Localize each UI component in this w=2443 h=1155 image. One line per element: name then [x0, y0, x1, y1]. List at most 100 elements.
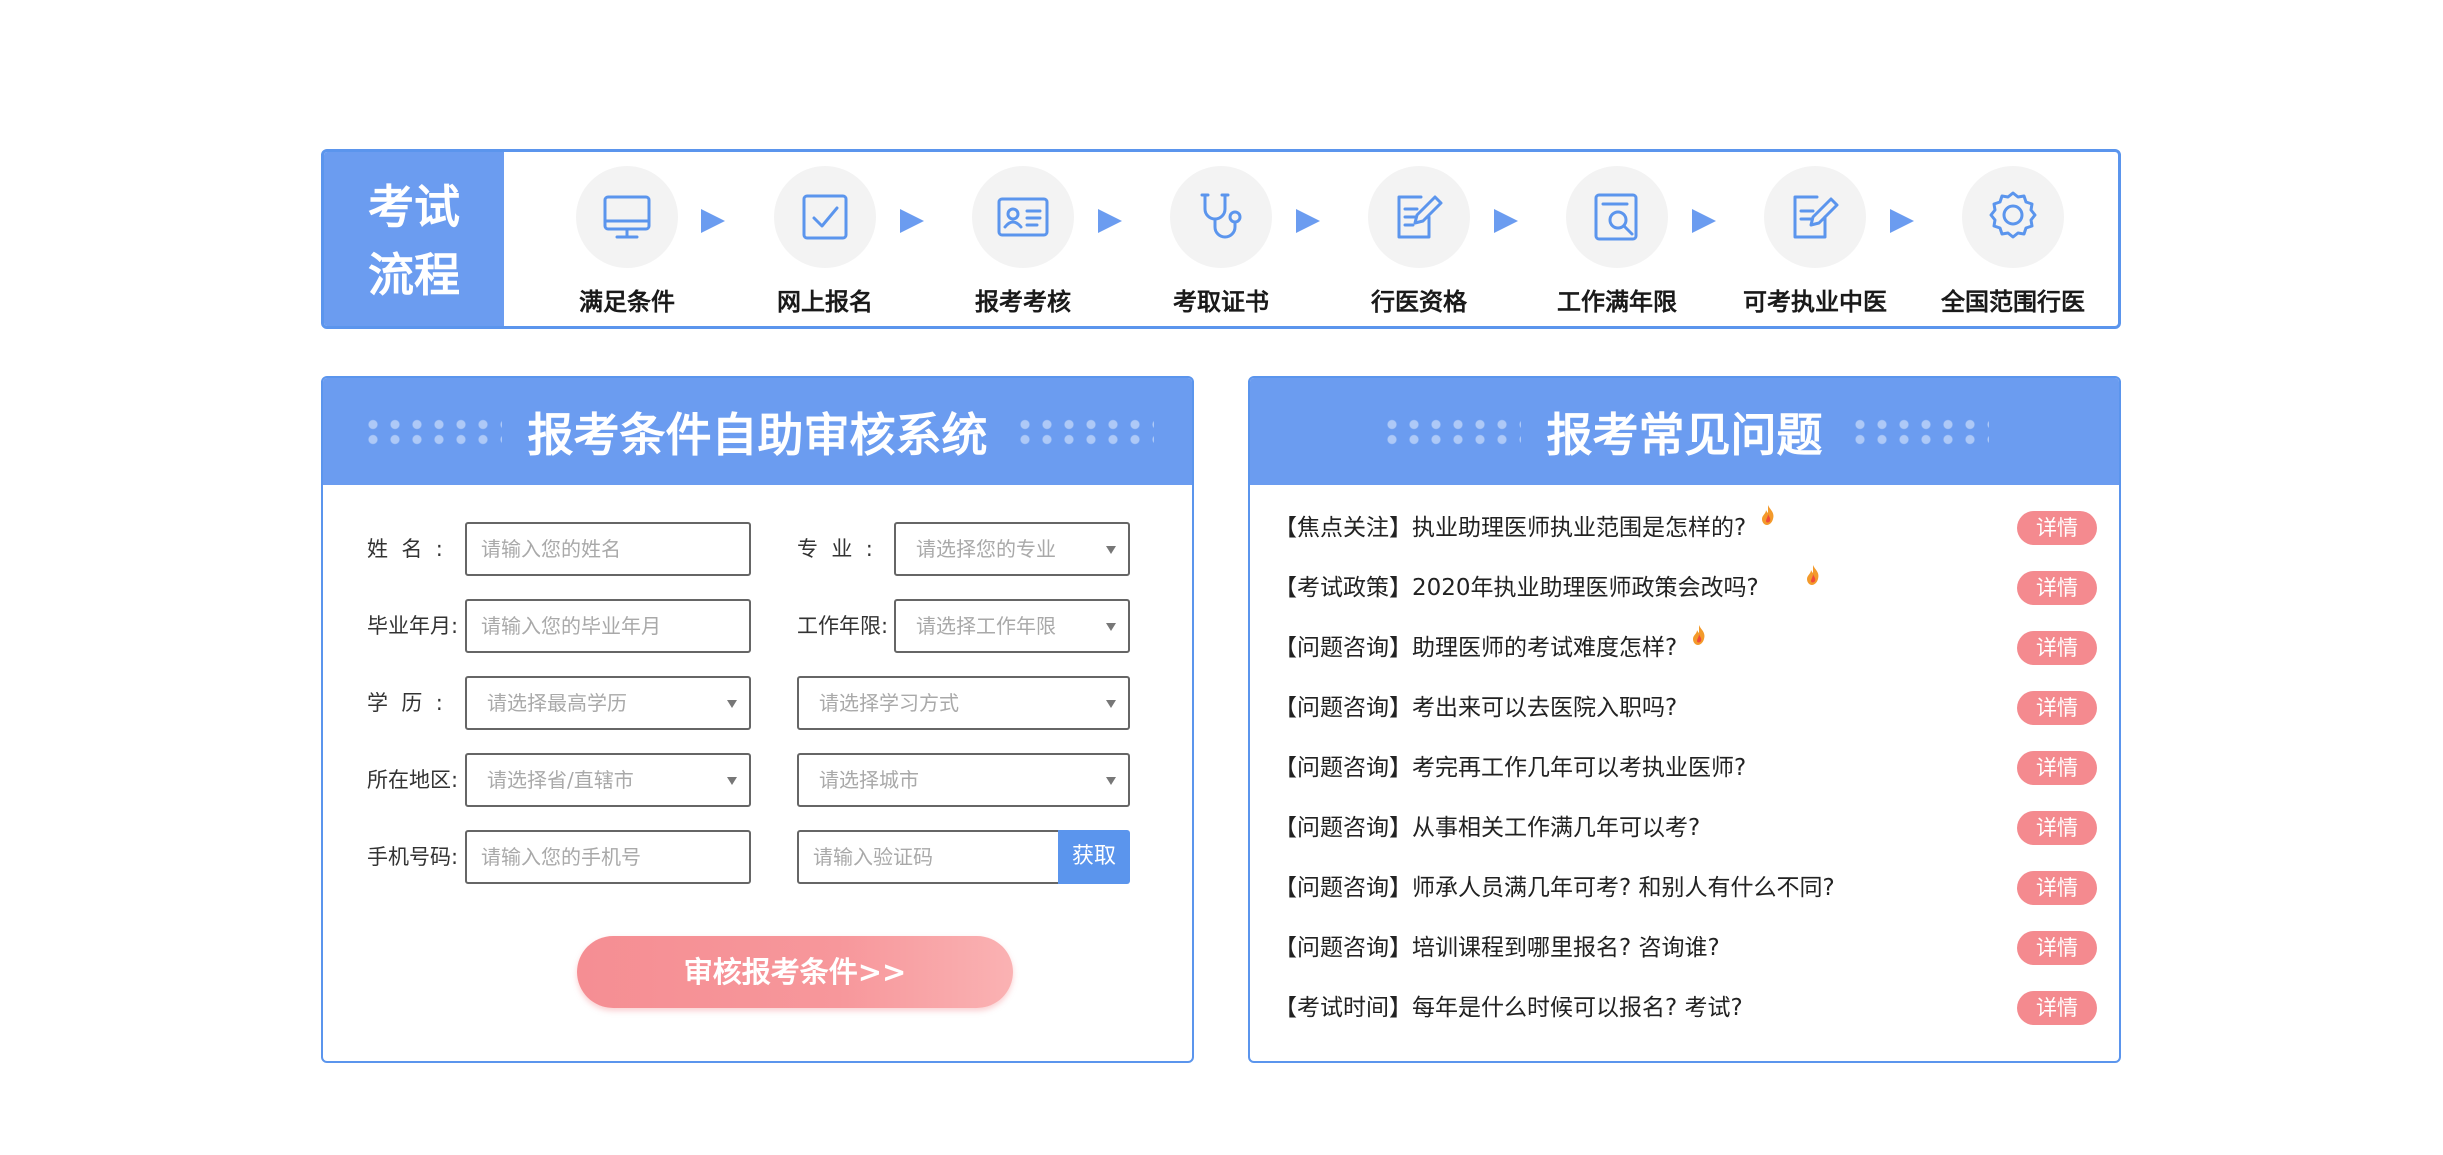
detail-button[interactable]: 详情	[2017, 691, 2097, 725]
search-document-icon	[1566, 166, 1668, 268]
step-label: 可考执业中医	[1743, 288, 1887, 316]
work-years-label: 工作年限:	[797, 614, 889, 638]
study-mode-select[interactable]: 请选择学习方式	[797, 676, 1130, 730]
chevron-down-icon	[1106, 623, 1116, 631]
arrow-icon	[701, 209, 725, 233]
eligibility-check-panel: 报考条件自助审核系统 姓 名 : 专 业 : 请选择您的专业 毕业年月: 工作年…	[321, 376, 1194, 1063]
faq-item-text: 【考试政策】2020年执业助理医师政策会改吗?	[1274, 565, 1821, 608]
phone-label: 手机号码:	[367, 845, 459, 869]
education-select-placeholder: 请选择最高学历	[487, 691, 627, 715]
monitor-icon	[576, 166, 678, 268]
detail-button[interactable]: 详情	[2017, 511, 2097, 545]
arrow-icon	[900, 209, 924, 233]
faq-item[interactable]: 【问题咨询】助理医师的考试难度怎样? 详情	[1250, 625, 2119, 668]
arrow-icon	[1296, 209, 1320, 233]
step-label: 全国范围行医	[1941, 288, 2085, 316]
stethoscope-icon	[1170, 166, 1272, 268]
faq-item-text: 【问题咨询】考出来可以去医院入职吗?	[1274, 695, 1678, 721]
name-label: 姓 名 :	[367, 537, 443, 561]
step-meet-conditions: 满足条件	[542, 166, 712, 316]
faq-item[interactable]: 【问题咨询】师承人员满几年可考? 和别人有什么不同? 详情	[1250, 868, 2119, 908]
faq-item-text: 【问题咨询】培训课程到哪里报名? 咨询谁?	[1274, 935, 1720, 961]
detail-button[interactable]: 详情	[2017, 871, 2097, 905]
step-tcm-practitioner: 可考执业中医	[1730, 166, 1900, 316]
grad-date-input[interactable]	[465, 599, 751, 653]
step-label: 工作满年限	[1557, 288, 1677, 316]
panel-header: 报考常见问题	[1250, 378, 2119, 485]
exam-process-bar: 考试 流程 满足条件 网上报名 报考考核 考取证书 行医资格 工作满年限 可考执…	[321, 149, 2121, 329]
hot-flame-icon	[1806, 565, 1819, 585]
verification-code-input[interactable]	[797, 830, 1060, 884]
faq-item[interactable]: 【考试时间】每年是什么时候可以报名? 考试? 详情	[1250, 988, 2119, 1028]
chevron-down-icon	[1106, 546, 1116, 554]
check-eligibility-button[interactable]: 审核报考条件>>	[577, 936, 1013, 1008]
education-select[interactable]: 请选择最高学历	[465, 676, 751, 730]
hot-flame-icon	[1762, 505, 1774, 525]
panel-title: 报考常见问题	[1546, 407, 1823, 462]
decorative-dots	[361, 416, 502, 447]
step-nationwide-practice: 全国范围行医	[1928, 166, 2098, 316]
decorative-dots	[1013, 416, 1154, 447]
process-steps: 满足条件 网上报名 报考考核 考取证书 行医资格 工作满年限 可考执业中医 全国…	[504, 152, 2118, 326]
detail-button[interactable]: 详情	[2017, 991, 2097, 1025]
major-select-placeholder: 请选择您的专业	[916, 537, 1056, 561]
detail-button[interactable]: 详情	[2017, 631, 2097, 665]
arrow-icon	[1098, 209, 1122, 233]
major-select[interactable]: 请选择您的专业	[894, 522, 1130, 576]
faq-item[interactable]: 【考试政策】2020年执业助理医师政策会改吗? 详情	[1250, 565, 2119, 608]
faq-item-text: 【问题咨询】从事相关工作满几年可以考?	[1274, 815, 1701, 841]
detail-button[interactable]: 详情	[2017, 811, 2097, 845]
province-select-placeholder: 请选择省/直辖市	[487, 768, 634, 792]
work-years-select[interactable]: 请选择工作年限	[894, 599, 1130, 653]
faq-item[interactable]: 【问题咨询】从事相关工作满几年可以考? 详情	[1250, 808, 2119, 848]
faq-item[interactable]: 【问题咨询】考出来可以去医院入职吗? 详情	[1250, 688, 2119, 728]
arrow-icon	[1494, 209, 1518, 233]
step-online-registration: 网上报名	[740, 166, 910, 316]
form-row-name-major: 姓 名 : 专 业 : 请选择您的专业	[323, 522, 1192, 576]
grad-date-label: 毕业年月:	[367, 614, 459, 638]
province-select[interactable]: 请选择省/直辖市	[465, 753, 751, 807]
faq-item[interactable]: 【问题咨询】培训课程到哪里报名? 咨询谁? 详情	[1250, 928, 2119, 968]
step-label: 报考考核	[975, 288, 1071, 316]
step-obtain-certificate: 考取证书	[1136, 166, 1306, 316]
faq-item[interactable]: 【焦点关注】执业助理医师执业范围是怎样的? 详情	[1250, 505, 2119, 548]
arrow-icon	[1890, 209, 1914, 233]
form-row-grad-work: 毕业年月: 工作年限: 请选择工作年限	[323, 599, 1192, 653]
step-label: 考取证书	[1173, 288, 1269, 316]
study-mode-select-placeholder: 请选择学习方式	[819, 691, 959, 715]
detail-button[interactable]: 详情	[2017, 571, 2097, 605]
step-label: 行医资格	[1371, 288, 1467, 316]
faq-item[interactable]: 【问题咨询】考完再工作几年可以考执业医师? 详情	[1250, 748, 2119, 788]
step-label: 满足条件	[579, 288, 675, 316]
faq-item-text: 【问题咨询】师承人员满几年可考? 和别人有什么不同?	[1274, 875, 1835, 901]
badge-icon	[1962, 166, 2064, 268]
process-title: 考试 流程	[324, 152, 504, 326]
phone-input[interactable]	[465, 830, 751, 884]
edit-form-icon	[1764, 166, 1866, 268]
process-title-line2: 流程	[368, 248, 460, 302]
decorative-dots	[1380, 416, 1521, 447]
form-row-education: 学 历 : 请选择最高学历 请选择学习方式	[323, 676, 1192, 730]
chevron-down-icon	[1106, 700, 1116, 708]
city-select[interactable]: 请选择城市	[797, 753, 1130, 807]
hot-flame-icon	[1693, 625, 1705, 645]
faq-panel: 报考常见问题 【焦点关注】执业助理医师执业范围是怎样的? 详情 【考试政策】20…	[1248, 376, 2121, 1063]
step-label: 网上报名	[777, 288, 873, 316]
step-exam-review: 报考考核	[938, 166, 1108, 316]
city-select-placeholder: 请选择城市	[819, 768, 919, 792]
major-label: 专 业 :	[797, 537, 873, 561]
step-practice-qualification: 行医资格	[1334, 166, 1504, 316]
name-input[interactable]	[465, 522, 751, 576]
get-code-button[interactable]: 获取	[1058, 830, 1130, 884]
panel-title: 报考条件自助审核系统	[527, 407, 988, 462]
step-work-years: 工作满年限	[1532, 166, 1702, 316]
checkbox-icon	[774, 166, 876, 268]
chevron-down-icon	[727, 777, 737, 785]
work-years-select-placeholder: 请选择工作年限	[916, 614, 1056, 638]
education-label: 学 历 :	[367, 691, 443, 715]
detail-button[interactable]: 详情	[2017, 751, 2097, 785]
chevron-down-icon	[727, 700, 737, 708]
process-title-line1: 考试	[368, 180, 460, 234]
edit-document-icon	[1368, 166, 1470, 268]
detail-button[interactable]: 详情	[2017, 931, 2097, 965]
